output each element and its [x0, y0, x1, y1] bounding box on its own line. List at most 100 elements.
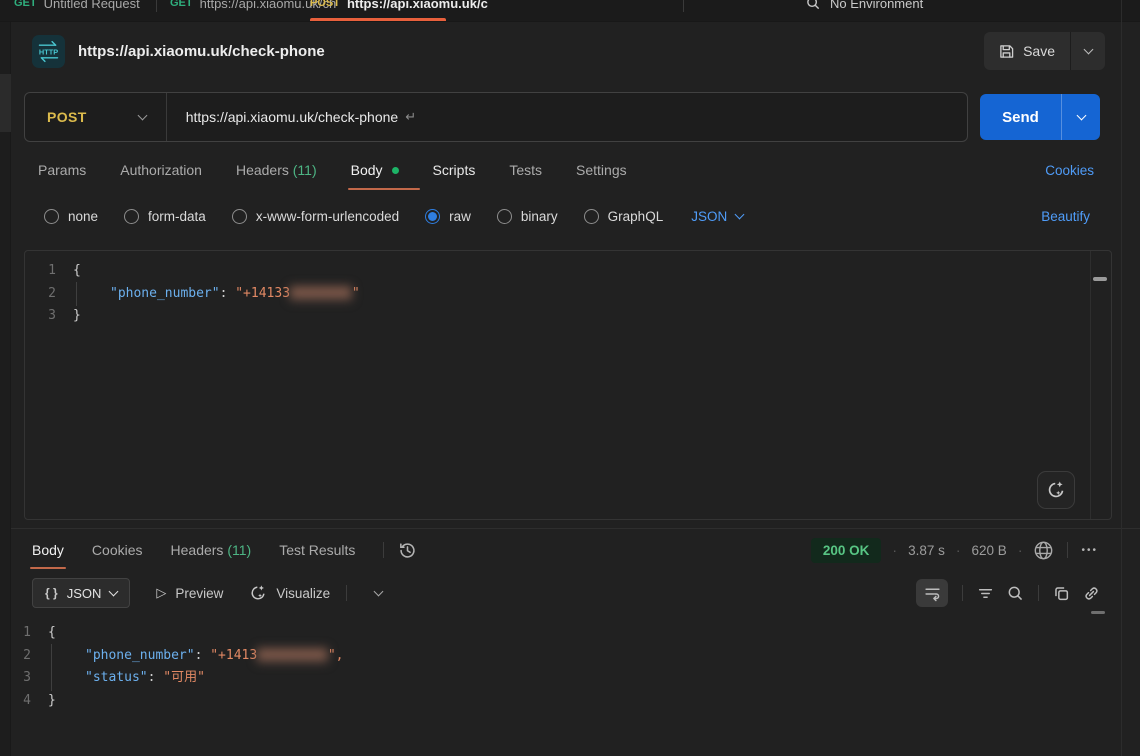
response-body-viewer[interactable]: 1 { 2 "phone_number": "+141300000000", 3… — [0, 615, 1140, 712]
network-globe-icon[interactable] — [1033, 540, 1054, 561]
save-icon — [999, 44, 1014, 59]
code-line: 1 { — [25, 260, 1111, 283]
code-token: : — [195, 648, 211, 663]
mode-binary[interactable]: binary — [497, 209, 558, 224]
language-selector[interactable]: JSON — [691, 209, 743, 224]
save-button[interactable]: Save — [984, 32, 1070, 70]
radio-icon[interactable] — [44, 209, 59, 224]
indent-guide — [76, 282, 77, 307]
json-key: "status" — [85, 670, 148, 685]
code-token: : — [148, 670, 164, 685]
divider — [383, 542, 384, 558]
beautify-link[interactable]: Beautify — [1041, 209, 1090, 224]
tab-body[interactable]: Body — [351, 144, 399, 196]
more-options-button[interactable]: ••• — [1081, 545, 1098, 556]
tab-authorization[interactable]: Authorization — [120, 144, 202, 196]
send-button[interactable]: Send — [980, 94, 1061, 140]
search-response-icon[interactable] — [1007, 585, 1024, 602]
format-label: JSON — [67, 586, 102, 601]
line-number: 2 — [0, 645, 48, 668]
right-pane-splitter[interactable] — [1121, 0, 1122, 756]
send-button-group: Send — [980, 94, 1100, 140]
divider — [1067, 542, 1068, 558]
request-tab-untitled[interactable]: GET Untitled Request — [14, 0, 140, 21]
chevron-down-icon — [374, 587, 384, 597]
tab-headers[interactable]: Headers (11) — [236, 144, 317, 196]
tab-label: https://api.xiaomu.uk/c — [347, 0, 488, 11]
mode-x-www-form-urlencoded[interactable]: x-www-form-urlencoded — [232, 209, 399, 224]
response-time[interactable]: 3.87 s — [908, 543, 945, 558]
url-input[interactable]: https://api.xiaomu.uk/check-phone — [186, 109, 398, 125]
mode-graphql[interactable]: GraphQL — [584, 209, 664, 224]
mode-label: GraphQL — [608, 209, 664, 224]
mode-label: form-data — [148, 209, 206, 224]
radio-icon[interactable] — [232, 209, 247, 224]
json-string: "+14133 — [235, 286, 290, 301]
tab-scripts[interactable]: Scripts — [433, 144, 476, 196]
method-dropdown-button[interactable] — [139, 108, 146, 126]
divider — [166, 93, 167, 141]
divider — [346, 585, 347, 601]
response-tabs-row: Body Cookies Headers (11) Test Results 2… — [0, 529, 1140, 571]
line-number: 4 — [0, 690, 48, 713]
radio-selected-icon[interactable] — [425, 209, 440, 224]
active-tab-underline — [310, 18, 446, 21]
response-toolbar: { } JSON ▷ Preview Visualize — [0, 571, 1140, 615]
visualize-label: Visualize — [276, 586, 330, 601]
mode-none[interactable]: none — [44, 209, 98, 224]
cookies-link[interactable]: Cookies — [1045, 163, 1094, 178]
divider — [1038, 585, 1039, 601]
mode-raw[interactable]: raw — [425, 209, 471, 224]
filter-icon[interactable] — [977, 585, 994, 602]
view-options-button[interactable] — [375, 584, 382, 602]
response-tab-headers[interactable]: Headers (11) — [171, 529, 252, 571]
response-tab-cookies[interactable]: Cookies — [92, 529, 143, 571]
radio-icon[interactable] — [584, 209, 599, 224]
line-number: 3 — [0, 667, 48, 690]
response-format-selector[interactable]: { } JSON — [32, 578, 130, 608]
headers-count: (11) — [227, 542, 251, 558]
editor-scrollbar-track — [1090, 251, 1091, 519]
request-title: https://api.xiaomu.uk/check-phone — [78, 43, 325, 60]
method-badge-get: GET — [170, 0, 193, 9]
link-response-icon[interactable] — [1083, 585, 1100, 602]
radio-icon[interactable] — [124, 209, 139, 224]
wrap-text-button[interactable] — [916, 579, 948, 607]
workspace-tab-bar: GET Untitled Request GET https://api.xia… — [0, 0, 1140, 22]
radio-icon[interactable] — [497, 209, 512, 224]
copy-response-icon[interactable] — [1053, 585, 1070, 602]
tab-tests[interactable]: Tests — [509, 144, 542, 196]
request-header: HTTP https://api.xiaomu.uk/check-phone S… — [0, 22, 1140, 80]
code-token: { — [73, 263, 81, 278]
chevron-down-icon — [735, 209, 745, 219]
response-size[interactable]: 620 B — [972, 543, 1007, 558]
status-badge[interactable]: 200 OK — [811, 538, 882, 563]
svg-text:HTTP: HTTP — [39, 47, 58, 56]
request-body-editor[interactable]: 1 { 2 "phone_number": "+141330000000" 3 … — [24, 250, 1112, 520]
tab-settings[interactable]: Settings — [576, 144, 627, 196]
postbot-button[interactable] — [1037, 471, 1075, 509]
sidebar-handle[interactable] — [0, 74, 11, 132]
save-options-button[interactable] — [1071, 32, 1105, 70]
json-string: ", — [328, 648, 344, 663]
environment-selector[interactable]: No Environment — [806, 0, 923, 21]
response-history-button[interactable] — [398, 541, 417, 560]
response-scrollbar-thumb[interactable] — [1091, 611, 1105, 614]
editor-scrollbar-thumb[interactable] — [1093, 277, 1107, 281]
preview-button[interactable]: ▷ Preview — [156, 585, 223, 601]
tab-label: Headers — [236, 162, 289, 178]
json-string: "+1413 — [210, 648, 257, 663]
code-line: 3 "status": "可用" — [0, 667, 1140, 690]
method-selector[interactable]: POST — [25, 109, 87, 125]
visualize-button[interactable]: Visualize — [249, 584, 330, 602]
send-options-button[interactable] — [1062, 94, 1100, 140]
code-token: } — [73, 308, 81, 323]
chevron-down-icon — [137, 111, 147, 121]
environment-label: No Environment — [830, 0, 923, 11]
tab-params[interactable]: Params — [38, 144, 86, 196]
line-number: 1 — [25, 260, 73, 283]
mode-form-data[interactable]: form-data — [124, 209, 206, 224]
response-tab-test-results[interactable]: Test Results — [279, 529, 355, 571]
response-tab-body[interactable]: Body — [32, 529, 64, 571]
line-number: 2 — [25, 283, 73, 306]
